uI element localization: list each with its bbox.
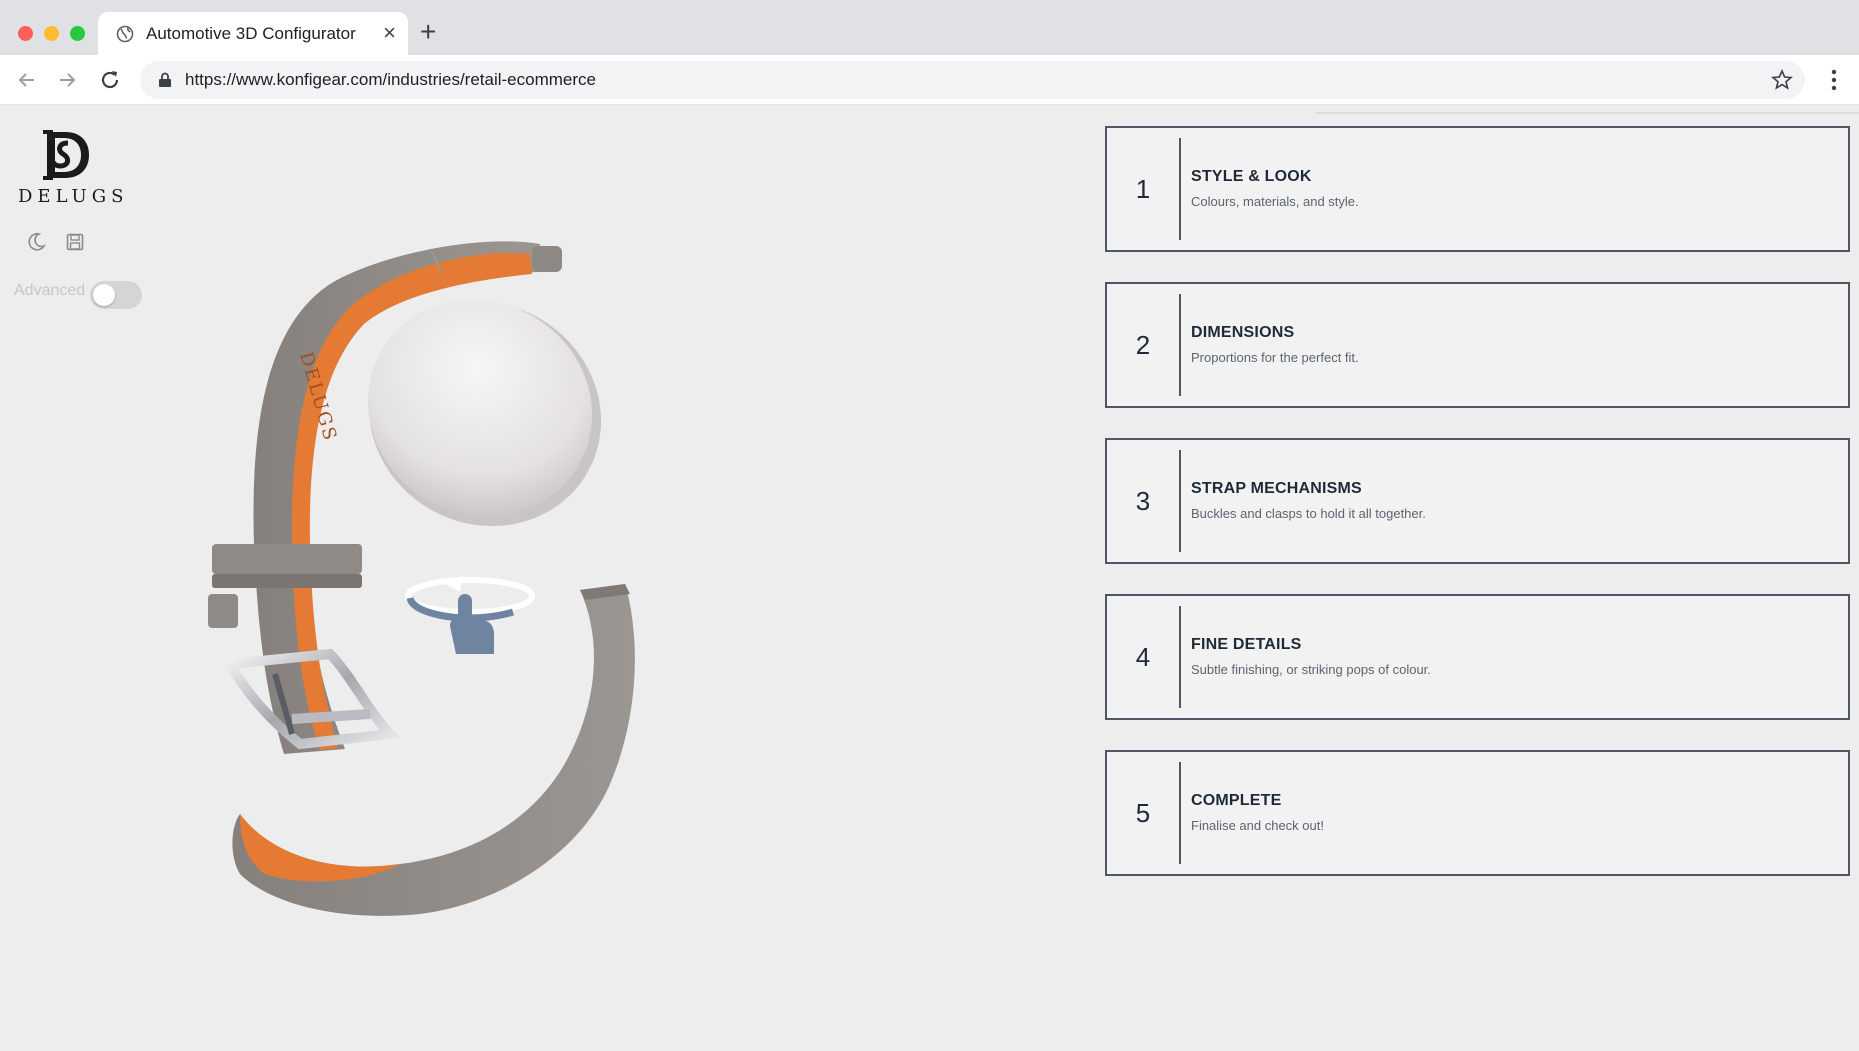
step-card-3[interactable]: 3 STRAP MECHANISMS Buckles and clasps to… (1105, 438, 1850, 564)
advanced-toggle[interactable] (90, 281, 142, 309)
step-card-1[interactable]: 1 STYLE & LOOK Colours, materials, and s… (1105, 126, 1850, 252)
step-divider (1179, 606, 1181, 708)
more-vert-icon[interactable] (1831, 67, 1837, 93)
step-number: 5 (1135, 798, 1151, 828)
logo-mark (43, 130, 89, 180)
step-title: STRAP MECHANISMS (1191, 480, 1362, 497)
step-divider (1179, 450, 1181, 552)
step-card-2[interactable]: 2 DIMENSIONS Proportions for the perfect… (1105, 282, 1850, 408)
step-number: 3 (1135, 486, 1151, 516)
window-close-button[interactable] (18, 26, 33, 41)
step-title: COMPLETE (1191, 792, 1282, 809)
step-divider (1179, 294, 1181, 396)
step-description: Subtle finishing, or striking pops of co… (1191, 662, 1431, 677)
step-title: FINE DETAILS (1191, 636, 1302, 653)
step-card-5[interactable]: 5 COMPLETE Finalise and check out! (1105, 750, 1850, 876)
brand-logo[interactable]: DELUGS (14, 128, 129, 207)
browser-toolbar: https://www.konfigear.com/industries/ret… (0, 55, 1859, 105)
step-description: Colours, materials, and style. (1191, 194, 1359, 209)
reload-icon[interactable] (97, 67, 123, 93)
watch-3d-viewer[interactable]: DELUGS (180, 214, 800, 1034)
star-icon[interactable] (1771, 69, 1793, 91)
step-description: Finalise and check out! (1191, 818, 1324, 833)
divider (1315, 112, 1859, 114)
tab-title: Automotive 3D Configurator (146, 24, 356, 43)
browser-tab[interactable]: Automotive 3D Configurator × (98, 12, 408, 55)
step-number: 1 (1135, 174, 1151, 204)
step-card-4[interactable]: 4 FINE DETAILS Subtle finishing, or stri… (1105, 594, 1850, 720)
step-number: 2 (1135, 330, 1151, 360)
plus-icon[interactable]: + (420, 16, 436, 48)
forward-arrow-icon[interactable] (54, 67, 80, 93)
lock-icon (159, 72, 171, 87)
configurator-page: DELUGS Advanced DELUGS 1 STYLE & LOOK Co… (0, 106, 1859, 1051)
rotate-hand-icon (405, 576, 535, 654)
step-description: Buckles and clasps to hold it all togeth… (1191, 506, 1426, 521)
window-minimize-button[interactable] (44, 26, 59, 41)
step-title: DIMENSIONS (1191, 324, 1295, 341)
toggle-knob (93, 284, 115, 306)
step-number: 4 (1135, 642, 1151, 672)
window-maximize-button[interactable] (70, 26, 85, 41)
save-icon[interactable] (65, 232, 85, 252)
browser-tab-bar: Automotive 3D Configurator × + (0, 0, 1859, 55)
globe-icon (116, 25, 134, 43)
advanced-label: Advanced (14, 282, 86, 299)
url-text: https://www.konfigear.com/industries/ret… (185, 70, 596, 89)
step-divider (1179, 762, 1181, 864)
step-title: STYLE & LOOK (1191, 168, 1312, 185)
back-arrow-icon[interactable] (14, 67, 40, 93)
logo-wordmark: DELUGS (18, 186, 129, 207)
address-bar[interactable]: https://www.konfigear.com/industries/ret… (140, 61, 1805, 99)
step-description: Proportions for the perfect fit. (1191, 350, 1359, 365)
step-divider (1179, 138, 1181, 240)
moon-icon[interactable] (26, 232, 46, 252)
close-icon[interactable]: × (383, 20, 396, 46)
